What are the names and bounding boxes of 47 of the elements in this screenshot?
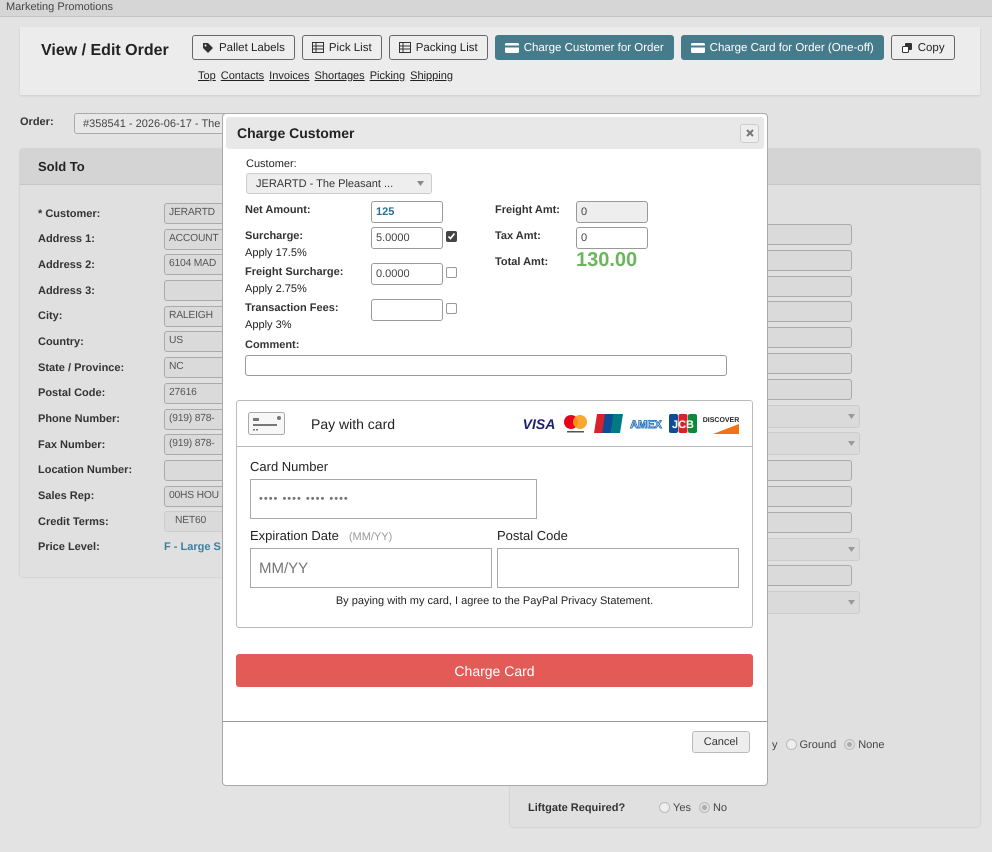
field-label: Location Number: bbox=[38, 464, 134, 476]
field-label: Freight Surcharge: bbox=[245, 265, 344, 278]
field-label: Comment: bbox=[245, 339, 300, 351]
field-label: * Customer: bbox=[38, 208, 102, 220]
option-label: No bbox=[712, 802, 728, 814]
field-label: Expiration Date bbox=[250, 528, 339, 543]
field-label: Price Level: bbox=[38, 541, 101, 554]
field-label: Sales Rep: bbox=[38, 490, 96, 502]
field-label: Postal Code: bbox=[38, 387, 106, 400]
field-label: Address 1: bbox=[38, 233, 96, 246]
field-label: Liftgate Required? bbox=[528, 802, 626, 814]
field-label: Freight Amt: bbox=[495, 203, 561, 216]
option-label: Yes bbox=[673, 802, 691, 814]
field-label: Credit Terms: bbox=[38, 516, 110, 528]
apply-note: Apply 3% bbox=[245, 319, 292, 333]
field-label: Tax Amt: bbox=[495, 229, 542, 242]
field-label: Transaction Fees: bbox=[245, 301, 340, 314]
option-label: y bbox=[772, 738, 778, 751]
option-label: Ground bbox=[800, 738, 836, 751]
field-label: Card Number bbox=[250, 459, 330, 474]
apply-note: Apply 2.75% bbox=[245, 283, 307, 297]
page-title: View / Edit Order bbox=[40, 41, 170, 60]
privacy-notice: By paying with my card, I agree to the PayPal Privacy Statement. bbox=[334, 595, 654, 607]
field-label: Phone Number: bbox=[38, 413, 121, 425]
field-label: Net Amount: bbox=[245, 203, 312, 216]
format-hint: (MM/YY) bbox=[348, 531, 392, 543]
field-label: Address 3: bbox=[38, 284, 96, 297]
field-label: Customer: bbox=[246, 158, 298, 170]
panel-title: Sold To bbox=[38, 159, 85, 174]
apply-note: Apply 17.5% bbox=[245, 247, 307, 261]
amount-field: 0 bbox=[576, 201, 648, 223]
field-label: Total Amt: bbox=[495, 255, 550, 268]
visa-logo: VISA bbox=[521, 416, 557, 430]
field-label: Postal Code bbox=[497, 528, 569, 543]
option-label: None bbox=[858, 738, 884, 751]
amex-logo: AMEX bbox=[629, 418, 663, 430]
field-label: Surcharge: bbox=[245, 229, 304, 242]
field-label: Fax Number: bbox=[38, 438, 106, 451]
field-label: State / Province: bbox=[38, 362, 126, 374]
field-label: City: bbox=[38, 310, 64, 322]
order-label: Order: bbox=[20, 115, 55, 128]
field-label: Address 2: bbox=[38, 258, 96, 271]
dialog-title: Charge Customer bbox=[237, 125, 354, 141]
field-label: Country: bbox=[38, 336, 85, 348]
top-bar-title: Marketing Promotions bbox=[6, 0, 113, 14]
total-amount: 130.00 bbox=[576, 249, 638, 272]
card-form-title: Pay with card bbox=[311, 416, 396, 432]
